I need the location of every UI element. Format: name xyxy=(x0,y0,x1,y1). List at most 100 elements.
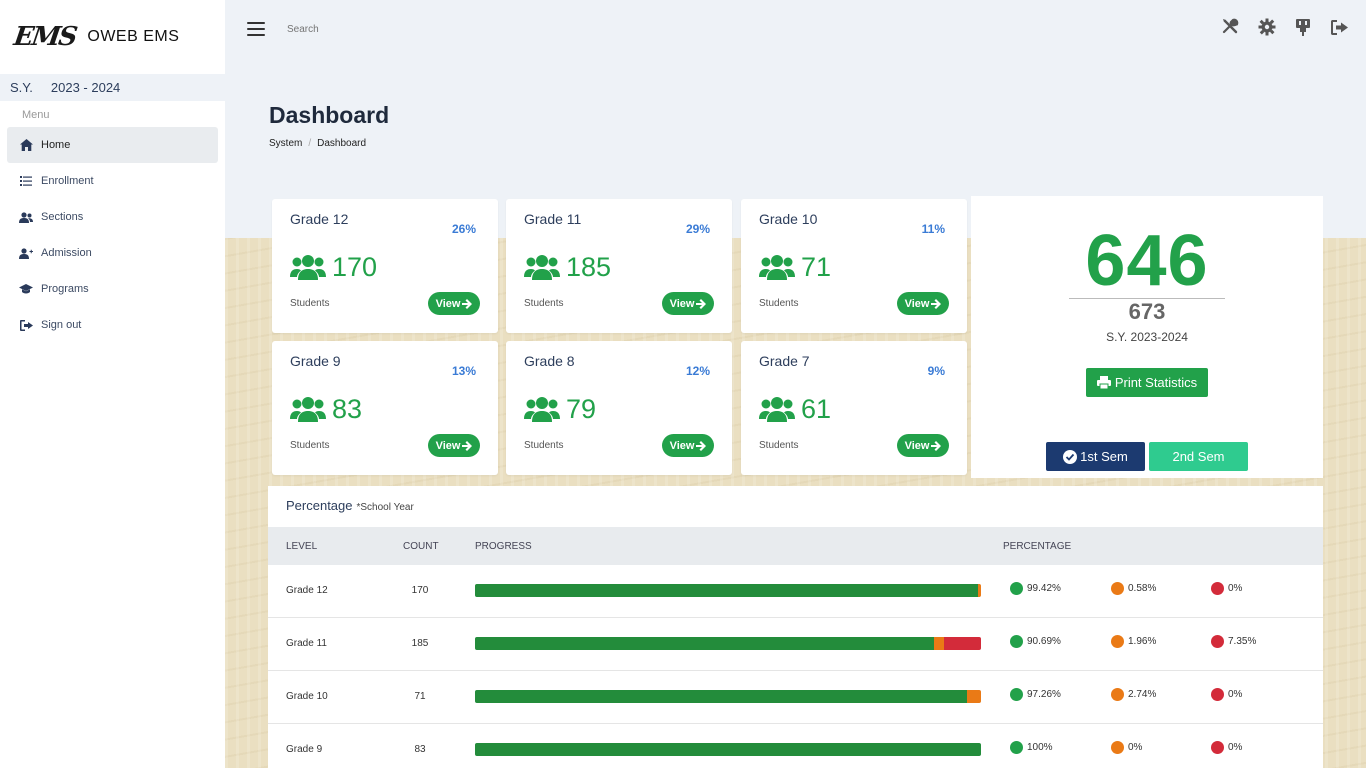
printer-icon xyxy=(1096,376,1111,389)
first-sem-label: 1st Sem xyxy=(1080,449,1128,464)
student-count: 83 xyxy=(332,394,363,424)
count-cell: 71 xyxy=(414,691,426,702)
header-level: LEVEL xyxy=(286,541,318,552)
student-count: 185 xyxy=(566,252,612,282)
grade-card: Grade 7 9% 61 Students View xyxy=(741,341,967,475)
orange-dot-icon xyxy=(1111,582,1124,595)
student-count: 61 xyxy=(801,394,832,424)
percentage-value: 100% xyxy=(1027,742,1053,753)
green-dot-icon xyxy=(1010,582,1023,595)
progress-bar-green xyxy=(475,690,968,703)
students-label: Students xyxy=(290,298,330,309)
menu-toggle-icon[interactable] xyxy=(247,22,265,36)
users-icon xyxy=(524,253,560,286)
progress-bar-green xyxy=(475,743,981,756)
students-label: Students xyxy=(290,440,330,451)
breadcrumb-item-system[interactable]: System xyxy=(269,138,302,149)
view-button[interactable]: View xyxy=(662,434,714,457)
red-dot-icon xyxy=(1211,635,1224,648)
user-plus-icon xyxy=(19,246,33,260)
orange-dot-icon xyxy=(1111,635,1124,648)
percentage-stat-orange: 0% xyxy=(1111,741,1142,754)
view-label: View xyxy=(904,439,930,452)
count-cell: 185 xyxy=(411,638,429,649)
grade-percentage: 12% xyxy=(685,364,710,378)
percentage-stat-red: 0% xyxy=(1211,741,1242,754)
students-label: Students xyxy=(524,298,564,309)
print-statistics-button[interactable]: Print Statistics xyxy=(1086,368,1208,397)
search-input[interactable] xyxy=(287,23,487,35)
grade-name: Grade 10 xyxy=(759,211,818,227)
grade-name: Grade 8 xyxy=(524,353,575,369)
second-sem-button[interactable]: 2nd Sem xyxy=(1149,442,1248,471)
students-label: Students xyxy=(759,440,799,451)
view-label: View xyxy=(669,439,695,452)
overall-total: 673 xyxy=(1128,299,1166,324)
view-label: View xyxy=(669,297,695,310)
grade-name: Grade 9 xyxy=(290,353,341,369)
grade-card: Grade 11 29% 185 Students View xyxy=(506,199,732,333)
progress-bar-orange xyxy=(933,637,944,650)
count-cell: 170 xyxy=(411,585,429,596)
grade-name: Grade 12 xyxy=(290,211,349,227)
app-name: OWEB EMS xyxy=(87,28,180,45)
percentage-stat-green: 99.42% xyxy=(1010,582,1061,595)
percentage-subtitle: *School Year xyxy=(356,502,414,513)
level-cell: Grade 9 xyxy=(286,744,323,755)
arrow-right-icon xyxy=(931,298,942,309)
view-button[interactable]: View xyxy=(897,292,949,315)
sidebar-item-label: Sign out xyxy=(41,319,82,331)
view-button[interactable]: View xyxy=(897,434,949,457)
progress-bar-green xyxy=(475,637,934,650)
sidebar-item-enrollment[interactable]: Enrollment xyxy=(7,163,218,199)
percentage-stat-green: 100% xyxy=(1010,741,1053,754)
sidebar-item-label: Sections xyxy=(41,211,84,223)
totals-card: 646 673 S.Y. 2023-2024 Print Statistics … xyxy=(971,196,1323,478)
arrow-right-icon xyxy=(462,440,473,451)
topbar xyxy=(225,0,1366,58)
percentage-value: 0% xyxy=(1228,583,1243,594)
home-icon xyxy=(19,138,33,152)
plug-icon[interactable] xyxy=(1294,18,1312,36)
tools-icon[interactable] xyxy=(1222,18,1240,36)
percentage-value: 0.58% xyxy=(1128,583,1157,594)
percentage-stat-orange: 1.96% xyxy=(1111,635,1156,648)
progress-bar xyxy=(475,637,981,650)
school-year-label: S.Y. xyxy=(10,80,33,95)
sidebar-item-admission[interactable]: Admission xyxy=(7,235,218,271)
menu-label: Menu xyxy=(22,109,50,121)
progress-bar-red xyxy=(943,637,981,650)
progress-bar xyxy=(475,690,981,703)
logout-icon[interactable] xyxy=(1330,18,1348,36)
percentage-title: Percentage *School Year xyxy=(286,498,414,513)
check-circle-icon xyxy=(1063,449,1078,464)
enrolled-total: 646 xyxy=(1085,221,1209,301)
view-button[interactable]: View xyxy=(428,434,480,457)
settings-icon[interactable] xyxy=(1258,18,1276,36)
sidebar-item-label: Programs xyxy=(41,283,89,295)
percentage-value: 97.26% xyxy=(1027,689,1061,700)
percentage-stat-green: 97.26% xyxy=(1010,688,1061,701)
first-sem-button[interactable]: 1st Sem xyxy=(1046,442,1145,471)
grade-percentage: 29% xyxy=(685,222,710,236)
header-count: COUNT xyxy=(403,541,439,552)
progress-bar-green xyxy=(475,584,979,597)
sidebar-item-sign-out[interactable]: Sign out xyxy=(7,307,218,343)
sidebar-item-home[interactable]: Home xyxy=(7,127,218,163)
sidebar-item-programs[interactable]: Programs xyxy=(7,271,218,307)
progress-bar xyxy=(475,584,981,597)
green-dot-icon xyxy=(1010,635,1023,648)
students-label: Students xyxy=(759,298,799,309)
percentage-value: 90.69% xyxy=(1027,636,1061,647)
totals-school-year: S.Y. 2023-2024 xyxy=(1106,330,1188,344)
view-button[interactable]: View xyxy=(428,292,480,315)
students-label: Students xyxy=(524,440,564,451)
graduation-cap-icon xyxy=(19,282,33,296)
level-cell: Grade 11 xyxy=(286,638,327,649)
view-label: View xyxy=(904,297,930,310)
sidebar-item-sections[interactable]: Sections xyxy=(7,199,218,235)
brand[interactable]: EMS OWEB EMS xyxy=(0,0,225,74)
view-button[interactable]: View xyxy=(662,292,714,315)
percentage-stat-red: 0% xyxy=(1211,688,1242,701)
grade-card: Grade 9 13% 83 Students View xyxy=(272,341,498,475)
